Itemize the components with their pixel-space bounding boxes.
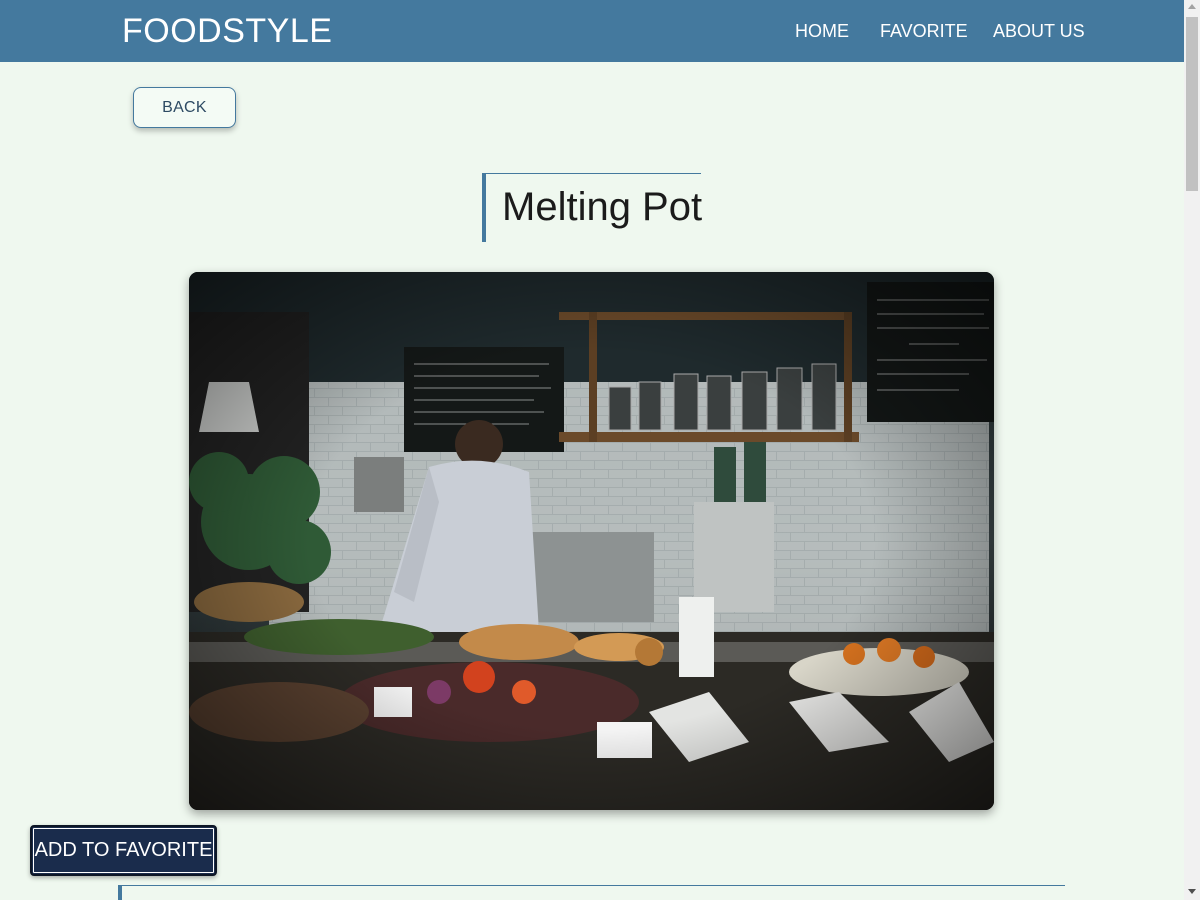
nav-link-about-us[interactable]: ABOUT US <box>993 21 1085 42</box>
add-to-favorite-button[interactable]: ADD TO FAVORITE <box>30 825 217 876</box>
vertical-scrollbar[interactable] <box>1184 0 1200 900</box>
page-title: Melting Pot <box>502 185 703 229</box>
scroll-thumb[interactable] <box>1186 17 1198 191</box>
brand-logo[interactable]: FOODSTYLE <box>122 12 332 51</box>
cafe-photo <box>189 272 994 810</box>
hero-image <box>189 272 994 810</box>
title-frame: Melting Pot <box>482 173 703 242</box>
scroll-up-arrow-icon[interactable] <box>1188 4 1196 9</box>
nav-link-home[interactable]: HOME <box>795 21 849 42</box>
back-button[interactable]: BACK <box>133 87 236 128</box>
top-navbar: FOODSTYLE HOME FAVORITE ABOUT US <box>0 0 1184 62</box>
scroll-down-arrow-icon[interactable] <box>1188 889 1196 894</box>
section-divider <box>118 885 1065 900</box>
nav-link-favorite[interactable]: FAVORITE <box>880 21 968 42</box>
